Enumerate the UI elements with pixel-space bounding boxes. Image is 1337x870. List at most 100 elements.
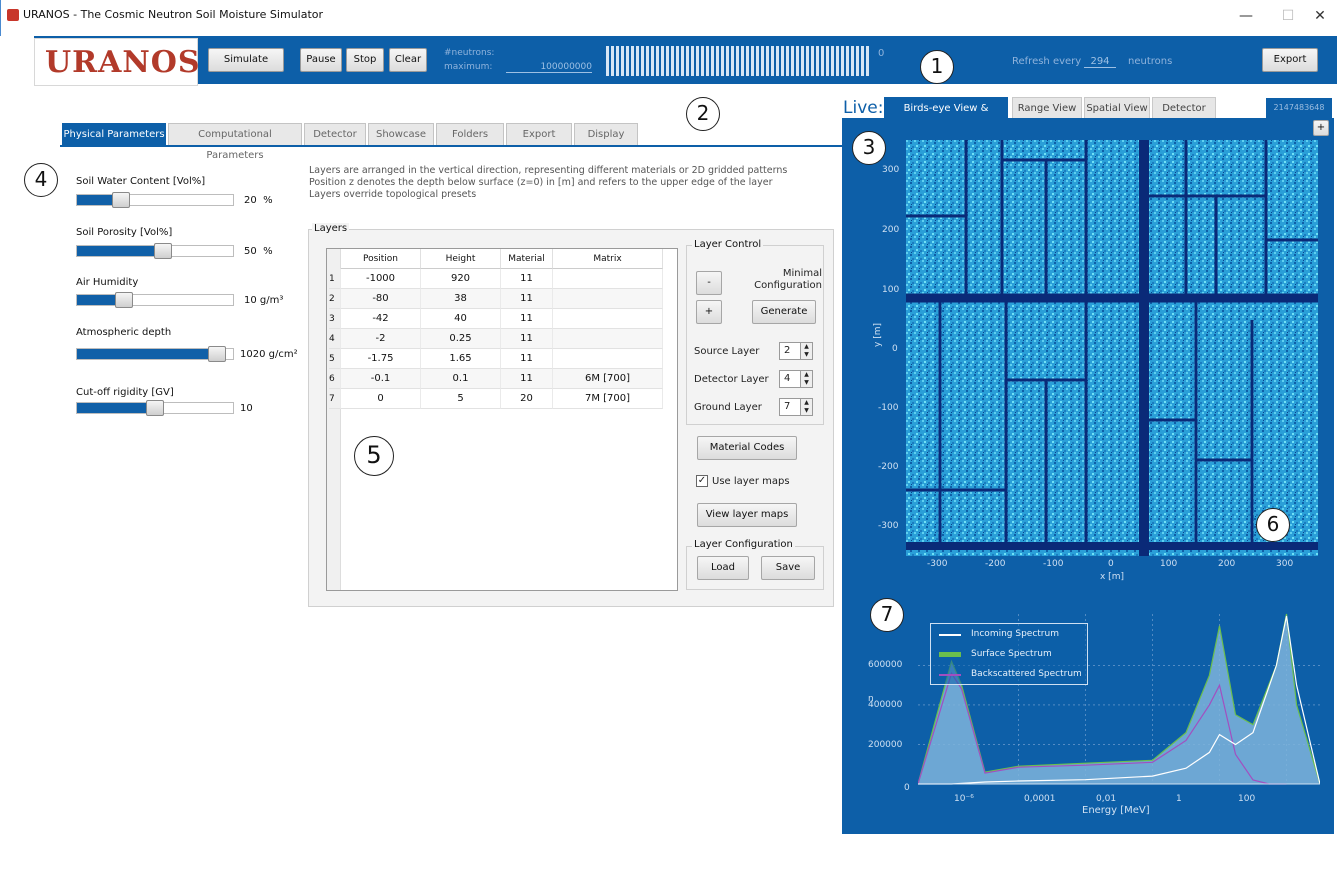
cell-position[interactable]: 0 <box>341 389 421 409</box>
tab-export[interactable]: Export <box>506 123 572 145</box>
maximize-button[interactable]: ☐ <box>1273 6 1303 26</box>
cell-material[interactable]: 11 <box>501 349 553 369</box>
source-layer-spinbox[interactable]: 2 ▲ ▼ <box>779 342 813 360</box>
ground-layer-label: Ground Layer <box>694 402 762 413</box>
x-tick-label: 200 <box>1218 559 1236 569</box>
tab-birds-eye-view[interactable]: Birds-eye View & Spectra <box>884 97 1008 136</box>
minimize-button[interactable]: — <box>1231 6 1261 26</box>
cell-height[interactable]: 0.25 <box>421 329 501 349</box>
remove-layer-button[interactable]: - <box>696 271 722 295</box>
cell-material[interactable]: 20 <box>501 389 553 409</box>
tab-detector[interactable]: Detector <box>304 123 366 145</box>
cell-material[interactable]: 11 <box>501 269 553 289</box>
cutoff-rigidity-value: 10 <box>240 403 253 414</box>
cell-position[interactable]: -1.75 <box>341 349 421 369</box>
x-tick-label: 0 <box>1108 559 1114 569</box>
cell-material[interactable]: 11 <box>501 289 553 309</box>
legend-swatch-surface <box>939 652 961 657</box>
air-humidity-slider[interactable] <box>76 292 234 308</box>
cell-height[interactable]: 1.65 <box>421 349 501 369</box>
col-material-header[interactable]: Material <box>501 249 553 269</box>
pause-button[interactable]: Pause <box>300 48 342 72</box>
window-title: URANOS - The Cosmic Neutron Soil Moistur… <box>23 8 324 21</box>
tab-display[interactable]: Display <box>574 123 638 145</box>
spin-arrows-icon[interactable]: ▲ ▼ <box>800 343 812 359</box>
birds-eye-map[interactable] <box>906 140 1318 556</box>
material-codes-button[interactable]: Material Codes <box>697 436 797 460</box>
view-layer-maps-button[interactable]: View layer maps <box>697 503 797 527</box>
row-number: 4 <box>329 329 341 349</box>
tab-folders[interactable]: Folders <box>436 123 504 145</box>
cell-position[interactable]: -42 <box>341 309 421 329</box>
row-number: 2 <box>329 289 341 309</box>
cell-material[interactable]: 11 <box>501 329 553 349</box>
tab-spatial-view[interactable]: Spatial View <box>1084 97 1150 119</box>
spin-arrows-icon[interactable]: ▲ ▼ <box>800 399 812 415</box>
slider-knob[interactable] <box>111 192 130 208</box>
cell-matrix[interactable] <box>553 329 663 349</box>
cell-matrix[interactable] <box>553 349 663 369</box>
soil-porosity-label: Soil Porosity [Vol%] <box>76 227 173 238</box>
col-height-header[interactable]: Height <box>421 249 501 269</box>
generate-button[interactable]: Generate <box>752 300 816 324</box>
cell-matrix[interactable]: 7M [700] <box>553 389 663 409</box>
close-button[interactable]: ✕ <box>1305 6 1335 26</box>
layers-table[interactable]: Position Height Material Matrix 1 -1000 92… <box>326 248 678 591</box>
col-position-header[interactable]: Position <box>341 249 421 269</box>
ground-layer-spinbox[interactable]: 7 ▲ ▼ <box>779 398 813 416</box>
expand-button[interactable]: + <box>1313 120 1329 136</box>
cell-matrix[interactable] <box>553 289 663 309</box>
atmospheric-depth-slider[interactable] <box>76 346 234 362</box>
cell-position[interactable]: -0.1 <box>341 369 421 389</box>
use-layer-maps-label: Use layer maps <box>712 476 790 487</box>
cell-height[interactable]: 40 <box>421 309 501 329</box>
maximum-input[interactable]: 100000000 <box>506 62 592 73</box>
cell-height[interactable]: 0.1 <box>421 369 501 389</box>
legend-surface: Surface Spectrum <box>971 649 1052 659</box>
spectrum-y-tick: 600000 <box>868 660 903 670</box>
cell-material[interactable]: 11 <box>501 369 553 389</box>
cell-height[interactable]: 38 <box>421 289 501 309</box>
slider-knob[interactable] <box>146 400 164 416</box>
soil-porosity-slider[interactable] <box>76 243 234 259</box>
add-layer-button[interactable]: + <box>696 300 722 324</box>
cell-material[interactable]: 11 <box>501 309 553 329</box>
col-matrix-header[interactable]: Matrix <box>553 249 663 269</box>
info-line-2: Position z denotes the depth below surfa… <box>309 177 773 188</box>
save-button[interactable]: Save <box>761 556 815 580</box>
tab-showcase[interactable]: Showcase <box>368 123 434 145</box>
simulate-button[interactable]: Simulate <box>208 48 284 72</box>
cell-height[interactable]: 5 <box>421 389 501 409</box>
slider-knob[interactable] <box>114 292 133 308</box>
soil-water-slider[interactable] <box>76 192 234 208</box>
detector-layer-spinbox[interactable]: 4 ▲ ▼ <box>779 370 813 388</box>
refresh-input[interactable]: 294 <box>1084 56 1116 68</box>
use-layer-maps-checkbox[interactable]: ✓ <box>696 475 708 487</box>
cell-matrix[interactable] <box>553 309 663 329</box>
cell-position[interactable]: -80 <box>341 289 421 309</box>
tab-physical-parameters[interactable]: Physical Parameters <box>62 123 166 145</box>
spin-arrows-icon[interactable]: ▲ ▼ <box>800 371 812 387</box>
stop-button[interactable]: Stop <box>346 48 384 72</box>
cell-position[interactable]: -2 <box>341 329 421 349</box>
app-icon <box>7 9 19 21</box>
slider-knob[interactable] <box>208 346 227 362</box>
cell-matrix[interactable] <box>553 269 663 289</box>
cutoff-rigidity-slider[interactable] <box>76 400 234 416</box>
tab-underline <box>60 145 842 147</box>
x-tick-label: -300 <box>927 559 948 569</box>
load-button[interactable]: Load <box>697 556 749 580</box>
row-number: 6 <box>329 369 341 389</box>
slider-knob[interactable] <box>153 243 172 259</box>
info-line-1: Layers are arranged in the vertical dire… <box>309 165 788 176</box>
tab-detector-live[interactable]: Detector <box>1152 97 1216 119</box>
export-button[interactable]: Export <box>1262 48 1318 72</box>
tab-computational-parameters[interactable]: Computational Parameters <box>168 123 302 161</box>
cell-matrix[interactable]: 6M [700] <box>553 369 663 389</box>
tab-range-view[interactable]: Range View <box>1012 97 1082 119</box>
cell-height[interactable]: 920 <box>421 269 501 289</box>
clear-button[interactable]: Clear <box>389 48 427 72</box>
progress-count: 0 <box>878 48 885 59</box>
cell-position[interactable]: -1000 <box>341 269 421 289</box>
soil-porosity-value: 50 % <box>244 246 273 257</box>
